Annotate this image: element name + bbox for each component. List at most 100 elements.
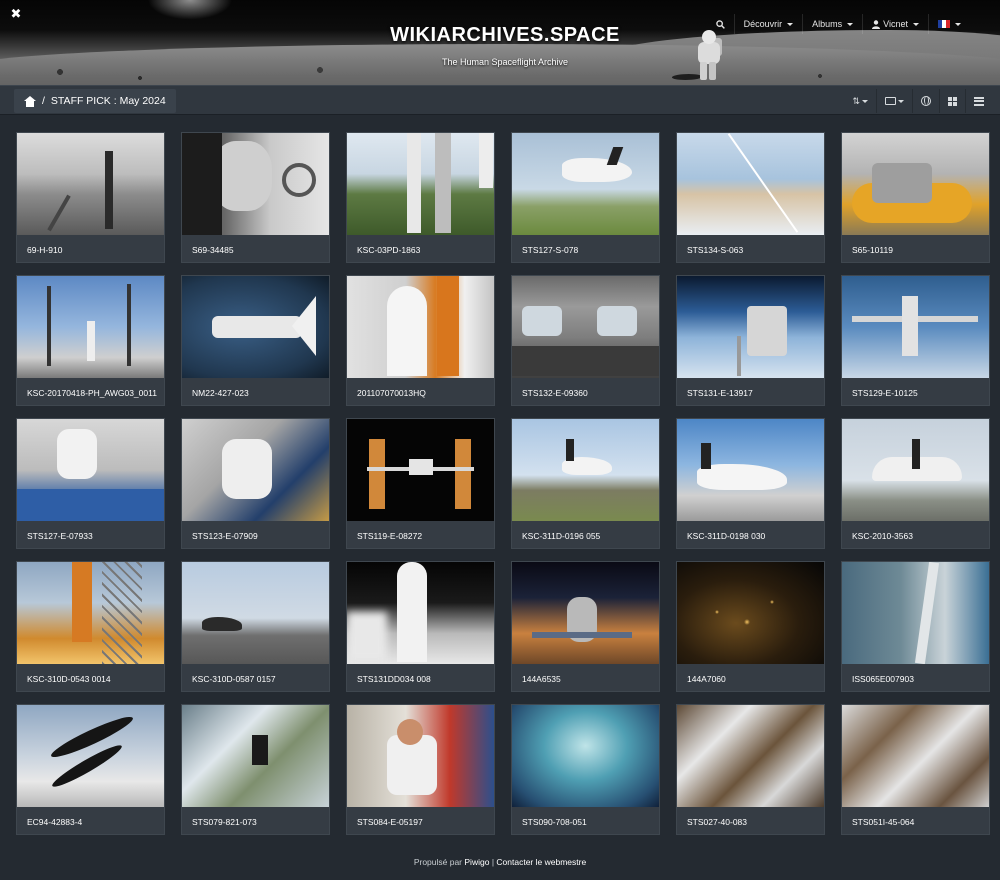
photo-title[interactable]: ISS065E007903 [852,674,985,684]
photo-thumbnail[interactable] [17,133,164,235]
photo-thumbnail[interactable] [182,705,329,807]
photo-thumbnail[interactable] [182,562,329,664]
photo-card[interactable]: STS123-E-07909 [181,418,330,549]
photo-card[interactable]: 201107070013HQ [346,275,495,406]
photo-thumbnail[interactable] [182,276,329,378]
tools-icon[interactable]: ✖ [8,6,24,22]
photo-thumbnail[interactable] [347,419,494,521]
contact-webmaster-link[interactable]: Contacter le webmestre [496,857,586,867]
breadcrumb-current[interactable]: STAFF PICK : May 2024 [51,95,166,107]
photo-title[interactable]: STS129-E-10125 [852,388,985,398]
piwigo-link[interactable]: Piwigo [464,857,489,867]
photo-card[interactable]: STS119-E-08272 [346,418,495,549]
photo-card[interactable]: STS127-E-07933 [16,418,165,549]
photo-card[interactable]: STS051I-45-064 [841,704,990,835]
photo-title[interactable]: STS090-708-051 [522,817,655,827]
photo-thumbnail[interactable] [182,133,329,235]
photo-thumbnail[interactable] [842,705,989,807]
photo-thumbnail[interactable] [182,419,329,521]
photo-card[interactable]: NM22-427-023 [181,275,330,406]
photo-title[interactable]: S65-10119 [852,245,985,255]
photo-title[interactable]: STS123-E-07909 [192,531,325,541]
photo-title[interactable]: NM22-427-023 [192,388,325,398]
photo-thumbnail[interactable] [677,133,824,235]
photo-title[interactable]: STS127-S-078 [522,245,655,255]
photo-card[interactable]: KSC-310D-0543 0014 [16,561,165,692]
photo-title[interactable]: 144A6535 [522,674,655,684]
photo-title[interactable]: STS127-E-07933 [27,531,160,541]
home-icon[interactable] [24,95,36,107]
photo-thumbnail[interactable] [512,276,659,378]
photo-card[interactable]: STS079-821-073 [181,704,330,835]
photo-card[interactable]: STS090-708-051 [511,704,660,835]
photo-thumbnail[interactable] [677,419,824,521]
photo-title[interactable]: KSC-310D-0587 0157 [192,674,325,684]
photo-thumbnail[interactable] [17,562,164,664]
photo-card[interactable]: 144A6535 [511,561,660,692]
photo-thumbnail[interactable] [677,705,824,807]
photo-card[interactable]: STS129-E-10125 [841,275,990,406]
photo-card[interactable]: KSC-03PD-1863 [346,132,495,263]
photo-thumbnail[interactable] [17,419,164,521]
photo-card[interactable]: STS127-S-078 [511,132,660,263]
photo-card[interactable]: STS131DD034 008 [346,561,495,692]
photo-card[interactable]: KSC-2010-3563 [841,418,990,549]
photo-size-button[interactable] [876,89,912,113]
photo-thumbnail[interactable] [677,276,824,378]
photo-title[interactable]: KSC-20170418-PH_AWG03_0011 [27,388,160,398]
photo-thumbnail[interactable] [512,419,659,521]
photo-card[interactable]: KSC-310D-0587 0157 [181,561,330,692]
photo-thumbnail[interactable] [842,419,989,521]
photo-title[interactable]: 144A7060 [687,674,820,684]
photo-title[interactable]: KSC-311D-0196 055 [522,531,655,541]
photo-title[interactable]: STS079-821-073 [192,817,325,827]
photo-thumbnail[interactable] [17,276,164,378]
photo-title[interactable]: KSC-2010-3563 [852,531,985,541]
photo-title[interactable]: STS131DD034 008 [357,674,490,684]
photo-card[interactable]: S69-34485 [181,132,330,263]
list-view-button[interactable] [965,89,992,113]
photo-thumbnail[interactable] [512,705,659,807]
sort-button[interactable]: ⇅ [844,89,876,113]
photo-title[interactable]: STS131-E-13917 [687,388,820,398]
photo-card[interactable]: STS084-E-05197 [346,704,495,835]
photo-card[interactable]: STS132-E-09360 [511,275,660,406]
photo-thumbnail[interactable] [842,562,989,664]
photo-title[interactable]: KSC-03PD-1863 [357,245,490,255]
photo-card[interactable]: STS131-E-13917 [676,275,825,406]
photo-title[interactable]: STS084-E-05197 [357,817,490,827]
discover-menu[interactable]: Découvrir [733,14,803,34]
photo-thumbnail[interactable] [347,562,494,664]
photo-title[interactable]: KSC-311D-0198 030 [687,531,820,541]
grid-view-button[interactable] [939,89,965,113]
photo-thumbnail[interactable] [677,562,824,664]
photo-thumbnail[interactable] [347,705,494,807]
photo-title[interactable]: STS119-E-08272 [357,531,490,541]
albums-menu[interactable]: Albums [802,14,862,34]
search-button[interactable] [707,14,734,34]
language-menu[interactable] [928,14,970,34]
photo-card[interactable]: ISS065E007903 [841,561,990,692]
photo-title[interactable]: 69-H-910 [27,245,160,255]
photo-thumbnail[interactable] [347,133,494,235]
language-button[interactable] [912,89,939,113]
photo-thumbnail[interactable] [842,133,989,235]
photo-title[interactable]: STS134-S-063 [687,245,820,255]
photo-thumbnail[interactable] [347,276,494,378]
photo-thumbnail[interactable] [512,133,659,235]
photo-card[interactable]: STS027-40-083 [676,704,825,835]
photo-title[interactable]: EC94-42883-4 [27,817,160,827]
photo-title[interactable]: STS051I-45-064 [852,817,985,827]
photo-card[interactable]: 144A7060 [676,561,825,692]
user-menu[interactable]: Vicnet [862,14,928,34]
photo-card[interactable]: KSC-20170418-PH_AWG03_0011 [16,275,165,406]
photo-card[interactable]: KSC-311D-0196 055 [511,418,660,549]
photo-title[interactable]: STS132-E-09360 [522,388,655,398]
photo-title[interactable]: S69-34485 [192,245,325,255]
photo-card[interactable]: KSC-311D-0198 030 [676,418,825,549]
photo-card[interactable]: 69-H-910 [16,132,165,263]
photo-thumbnail[interactable] [17,705,164,807]
photo-title[interactable]: STS027-40-083 [687,817,820,827]
photo-title[interactable]: 201107070013HQ [357,388,490,398]
photo-card[interactable]: S65-10119 [841,132,990,263]
